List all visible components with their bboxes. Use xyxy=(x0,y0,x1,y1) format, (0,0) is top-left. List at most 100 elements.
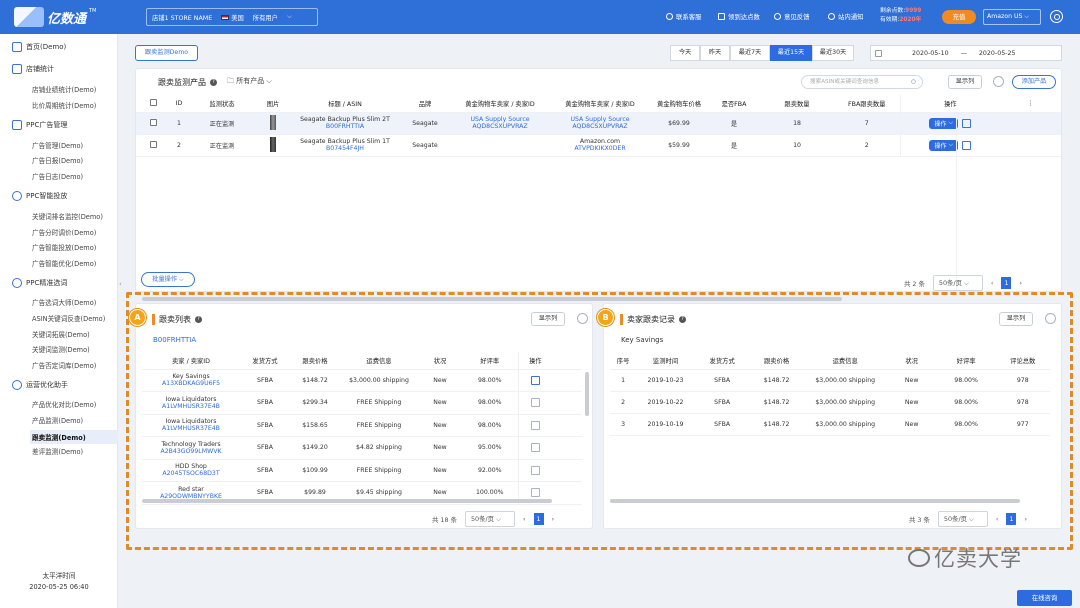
cell-empty xyxy=(1000,112,1061,135)
cell-empty xyxy=(1000,134,1061,157)
products-table: ID 监测状态 图片 标题 / ASIN 品牌 黄金购物车卖家 / 卖家ID 黄… xyxy=(136,95,1061,157)
sidebar-item-keyword-monitor[interactable]: 关键词监测(Demo) xyxy=(32,344,90,354)
product-thumbnail[interactable] xyxy=(270,114,276,130)
seller-id-link[interactable]: AQD8CSXUPVRAZ xyxy=(450,123,550,130)
settings-gear-icon[interactable] xyxy=(1050,10,1063,23)
help-icon[interactable]: ? xyxy=(210,78,217,86)
select-all-checkbox[interactable] xyxy=(149,98,157,106)
points-value: 9999 xyxy=(905,8,922,14)
chevron-down-icon: ⌵ xyxy=(948,141,954,148)
country-label: 美国 xyxy=(231,14,244,22)
feedback-link[interactable]: 意见反馈 xyxy=(774,12,810,21)
next-page-icon[interactable]: › xyxy=(1019,279,1022,287)
row-checkbox[interactable] xyxy=(149,140,157,148)
report-icon[interactable] xyxy=(962,141,971,150)
target-icon xyxy=(12,278,22,288)
table-row[interactable]: 1 正在监测 Seagate Backup Plus Slim 2T B00FRH… xyxy=(136,112,1061,135)
app-logo[interactable]: 亿数通 TM xyxy=(14,7,96,27)
cell-seller-2: Amazon.com ATVPDKIKX0DER xyxy=(550,134,650,157)
online-chat-button[interactable]: 在线咨询 xyxy=(1017,590,1072,606)
sidebar-item-follow-sell[interactable]: 跟卖监测(Demo) xyxy=(30,430,118,444)
page-tab[interactable]: 跟卖监测Demo xyxy=(135,45,198,61)
page-size-select[interactable]: 50条/页 ⌵ xyxy=(932,275,983,291)
table-settings-icon[interactable] xyxy=(993,76,1004,87)
country-selector: 美国 xyxy=(221,13,244,22)
validity-label: 有效期: xyxy=(880,17,900,23)
display-columns-button[interactable]: 显示列 xyxy=(948,75,982,89)
marketplace-select[interactable]: Amazon US ⌵ xyxy=(983,9,1041,25)
sidebar-item-product-monitor[interactable]: 产品监测(Demo) xyxy=(32,415,83,425)
customer-service-link[interactable]: 联系客服 xyxy=(666,12,702,21)
table-row[interactable]: 2 正在监测 Seagate Backup Plus Slim 1T B07454… xyxy=(136,134,1061,157)
products-title: 跟卖监测产品 ? 🗀 所有产品 ⌵ xyxy=(158,76,272,88)
logo-icon xyxy=(14,7,44,27)
sidebar-item-keyword-expand[interactable]: 关键词拓展(Demo) xyxy=(32,329,90,339)
seller-name-link[interactable]: USA Supply Source xyxy=(550,116,650,123)
sidebar-item-time-bid[interactable]: 广告分时调价(Demo) xyxy=(32,227,96,237)
timezone-label: 太平洋时间 xyxy=(42,572,76,580)
cell-status: 正在监测 xyxy=(188,134,256,157)
sidebar-section-ppc-smart[interactable]: PPC智能投放 xyxy=(12,191,67,201)
product-thumbnail[interactable] xyxy=(270,136,276,152)
report-icon[interactable] xyxy=(962,119,971,128)
search-icon[interactable]: ○ xyxy=(911,76,916,88)
range-30days[interactable]: 最近30天 xyxy=(812,45,854,61)
seller-id-link[interactable]: AQD8CSXUPVRAZ xyxy=(550,123,650,130)
prev-page-icon[interactable]: ‹ xyxy=(991,279,994,287)
section-title: PPC广告管理 xyxy=(26,121,68,129)
sidebar-item-smart-optimize[interactable]: 广告智能优化(Demo) xyxy=(32,258,96,268)
seller-name-link[interactable]: USA Supply Source xyxy=(450,116,550,123)
sidebar-item-negative-keywords[interactable]: 广告否定词库(Demo) xyxy=(32,360,96,370)
seller-id-link[interactable]: ATVPDKIKX0DER xyxy=(550,145,650,152)
sidebar-section-ppc-keywords[interactable]: PPC精准选词 xyxy=(12,278,67,288)
range-yesterday[interactable]: 昨天 xyxy=(700,45,730,61)
sidebar-item-product-compare[interactable]: 产品优化对比(Demo) xyxy=(32,399,96,409)
range-7days[interactable]: 最近7天 xyxy=(730,45,770,61)
search-input[interactable]: 搜索ASIN或关键词查询信息 ○ xyxy=(801,75,923,89)
sidebar-section-store[interactable]: 店铺统计 xyxy=(12,64,54,74)
sidebar-item-bad-review[interactable]: 差评监测(Demo) xyxy=(32,446,83,456)
product-asin-link[interactable]: B00FRHTTIA xyxy=(290,123,400,130)
sidebar-item-price-cycle[interactable]: 比价周期统计(Demo) xyxy=(32,100,96,110)
sidebar-item-ad-log[interactable]: 广告日志(Demo) xyxy=(32,171,83,181)
page-number[interactable]: 1 xyxy=(1001,277,1012,289)
batch-action-button[interactable]: 批量操作 ⌵ xyxy=(141,272,195,287)
row-action-button[interactable]: 操作 ⌵ xyxy=(929,139,959,151)
ppc-icon xyxy=(12,120,22,130)
sidebar-item-keyword-master[interactable]: 广告选词大师(Demo) xyxy=(32,297,96,307)
row-action-button[interactable]: 操作 ⌵ xyxy=(929,117,959,129)
add-product-button[interactable]: 添加产品 xyxy=(1012,75,1056,89)
folder-filter[interactable]: 🗀 所有产品 ⌵ xyxy=(227,76,272,88)
sidebar-item-keyword-rank[interactable]: 关键词排名监控(Demo) xyxy=(32,211,103,221)
sidebar-item-home[interactable]: 首页(Demo) xyxy=(12,42,66,52)
cell-status: 正在监测 xyxy=(188,112,256,135)
sidebar-item-ad-manage[interactable]: 广告管理(Demo) xyxy=(32,140,83,150)
section-title: 店铺统计 xyxy=(26,65,54,73)
recharge-button[interactable]: 充值 xyxy=(942,10,976,24)
col-id: ID xyxy=(175,99,183,107)
cell-brand: Seagate xyxy=(400,112,450,135)
sidebar-item-store-performance[interactable]: 店铺业绩统计(Demo) xyxy=(32,84,96,94)
select-all-header xyxy=(136,95,170,112)
range-15days[interactable]: 最近15天 xyxy=(770,45,812,61)
range-today[interactable]: 今天 xyxy=(670,45,700,61)
sidebar-item-ad-daily[interactable]: 广告日报(Demo) xyxy=(32,155,83,165)
row-checkbox[interactable] xyxy=(149,118,157,126)
cell-seller-2: USA Supply Source AQD8CSXUPVRAZ xyxy=(550,112,650,135)
sidebar-section-ppc-manage[interactable]: PPC广告管理 xyxy=(12,120,67,130)
assistant-icon xyxy=(12,380,22,390)
product-title: Seagate Backup Plus Slim 2T xyxy=(300,116,390,123)
page-size-label: 50条/页 xyxy=(938,279,962,287)
sidebar-item-asin-reverse[interactable]: ASIN关键词反查(Demo) xyxy=(32,313,105,323)
col-buybox-seller-2: 黄金购物车卖家 / 卖家ID xyxy=(565,100,635,108)
date-range-picker[interactable]: 2020-05-10 — 2020-05-25 xyxy=(870,45,1062,61)
store-selector[interactable]: 店铺1 STORE NAME 美国 所有用户 ⌵ xyxy=(146,8,318,26)
home-label: 首页(Demo) xyxy=(26,43,67,51)
product-asin-link[interactable]: B07454F4JH xyxy=(290,145,400,152)
sidebar-item-smart-launch[interactable]: 广告智能投放(Demo) xyxy=(32,242,96,252)
notice-link[interactable]: 站内通知 xyxy=(828,12,864,21)
invite-link[interactable]: 领到达点数 xyxy=(718,12,760,21)
more-vertical-icon[interactable]: ⋮ xyxy=(1027,100,1033,107)
sidebar-section-ops[interactable]: 运营优化助手 xyxy=(12,380,68,390)
date-to: 2020-05-25 xyxy=(978,49,1016,57)
